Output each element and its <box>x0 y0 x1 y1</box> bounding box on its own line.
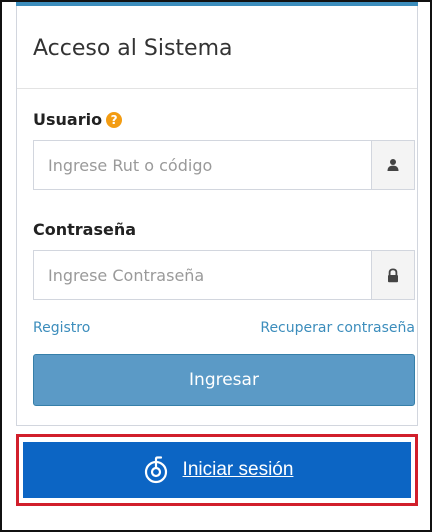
user-label-row: Usuario? <box>33 110 123 129</box>
recover-password-link[interactable]: Recuperar contraseña <box>260 320 415 336</box>
register-link[interactable]: Registro <box>33 320 90 336</box>
submit-button[interactable]: Ingresar <box>33 354 415 406</box>
password-label: Contraseña <box>33 220 137 239</box>
sso-logo-icon <box>141 455 171 485</box>
user-label: Usuario <box>33 110 103 129</box>
card-header: Acceso al Sistema <box>17 6 417 89</box>
login-card: Acceso al Sistema Usuario? Contraseña <box>16 6 418 426</box>
lock-icon <box>371 251 414 299</box>
user-input[interactable] <box>34 141 371 189</box>
submit-button-label: Ingresar <box>189 370 259 390</box>
user-icon <box>371 141 414 189</box>
user-input-group <box>33 140 415 190</box>
help-icon[interactable]: ? <box>106 112 123 128</box>
password-input-group <box>33 250 415 300</box>
page-title: Acceso al Sistema <box>33 36 233 61</box>
sso-highlight-frame: Iniciar sesión <box>16 434 418 506</box>
sso-login-label: Iniciar sesión <box>182 459 294 480</box>
sso-login-button[interactable]: Iniciar sesión <box>23 442 411 498</box>
login-page: Acceso al Sistema Usuario? Contraseña <box>0 0 432 532</box>
password-input[interactable] <box>34 251 371 299</box>
